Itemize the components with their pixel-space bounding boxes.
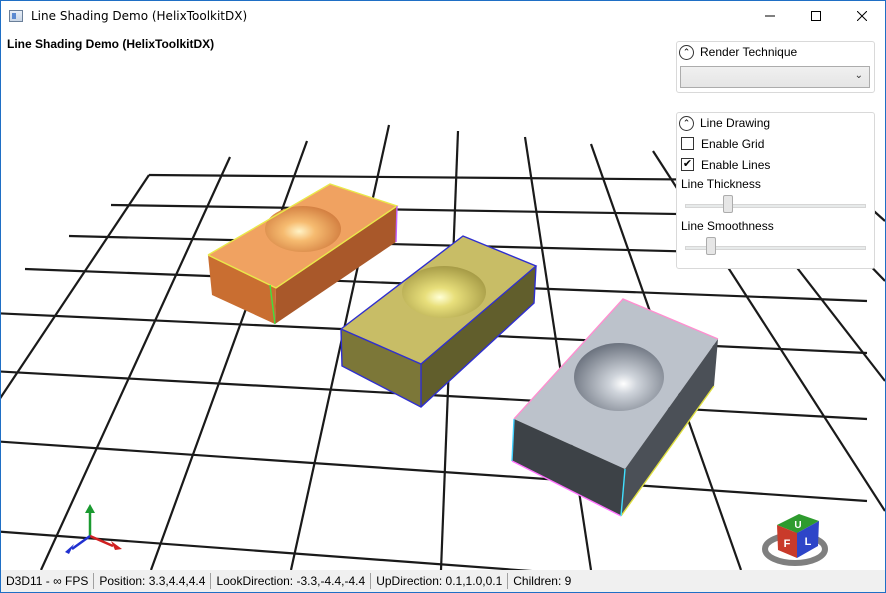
enable-grid-row[interactable]: Enable Grid — [677, 133, 874, 154]
line-thickness-slider[interactable] — [685, 193, 866, 217]
chevron-down-icon: ⌄ — [854, 70, 863, 81]
render-technique-title: Render Technique — [700, 45, 798, 59]
line-drawing-title: Line Drawing — [700, 116, 771, 130]
box-yellow[interactable] — [340, 235, 538, 408]
render-technique-combo[interactable]: ⌄ — [680, 66, 870, 88]
box-gray[interactable] — [511, 298, 719, 517]
status-up-direction: UpDirection: 0.1,1.0,0.1 — [371, 573, 509, 589]
window-controls — [747, 1, 885, 31]
line-drawing-panel: ⌃ Line Drawing Enable Grid ✔ Enable Line… — [676, 112, 875, 269]
coordinate-axes — [65, 504, 122, 554]
render-technique-header[interactable]: ⌃ Render Technique — [677, 42, 874, 62]
maximize-button[interactable] — [793, 1, 839, 31]
line-drawing-header[interactable]: ⌃ Line Drawing — [677, 113, 874, 133]
box-orange[interactable] — [207, 183, 399, 325]
line-smoothness-slider[interactable] — [685, 235, 866, 259]
line-thickness-label: Line Thickness — [681, 177, 761, 191]
enable-grid-checkbox[interactable] — [681, 137, 694, 150]
enable-lines-row[interactable]: ✔ Enable Lines — [677, 154, 874, 175]
enable-lines-checkbox[interactable]: ✔ — [681, 158, 694, 171]
status-bar: D3D11 - ∞ FPS Position: 3.3,4.4,4.4 Look… — [1, 570, 885, 592]
3d-viewport[interactable]: U F L Line Shading Demo (HelixToolkitDX)… — [1, 31, 885, 570]
render-technique-panel: ⌃ Render Technique ⌄ — [676, 41, 875, 93]
status-look-direction: LookDirection: -3.3,-4.4,-4.4 — [211, 573, 372, 589]
view-cube-left-label: L — [805, 536, 812, 548]
slider-thumb[interactable] — [706, 237, 716, 255]
maximize-icon — [811, 11, 821, 21]
slider-track — [685, 204, 866, 208]
app-window: Line Shading Demo (HelixToolkitDX) U F L… — [0, 0, 886, 593]
view-cube-front-label: F — [784, 538, 791, 550]
title-bar[interactable]: Line Shading Demo (HelixToolkitDX) — [1, 1, 885, 31]
status-fps: D3D11 - ∞ FPS — [1, 573, 95, 589]
collapse-icon[interactable]: ⌃ — [679, 115, 694, 131]
collapse-icon[interactable]: ⌃ — [679, 44, 694, 60]
enable-lines-label: Enable Lines — [701, 157, 771, 172]
minimize-icon — [765, 15, 775, 17]
viewport-title: Line Shading Demo (HelixToolkitDX) — [7, 37, 215, 51]
minimize-button[interactable] — [747, 1, 793, 31]
close-icon — [857, 11, 867, 21]
enable-grid-label: Enable Grid — [701, 136, 765, 151]
slider-thumb[interactable] — [723, 195, 733, 213]
app-icon — [9, 10, 23, 22]
status-position: Position: 3.3,4.4,4.4 — [94, 573, 212, 589]
view-cube-up-label: U — [794, 520, 801, 531]
view-cube[interactable]: U F L — [762, 514, 828, 566]
line-smoothness-label: Line Smoothness — [681, 219, 774, 233]
status-children: Children: 9 — [513, 574, 572, 588]
window-title: Line Shading Demo (HelixToolkitDX) — [31, 9, 248, 23]
close-button[interactable] — [839, 1, 885, 31]
